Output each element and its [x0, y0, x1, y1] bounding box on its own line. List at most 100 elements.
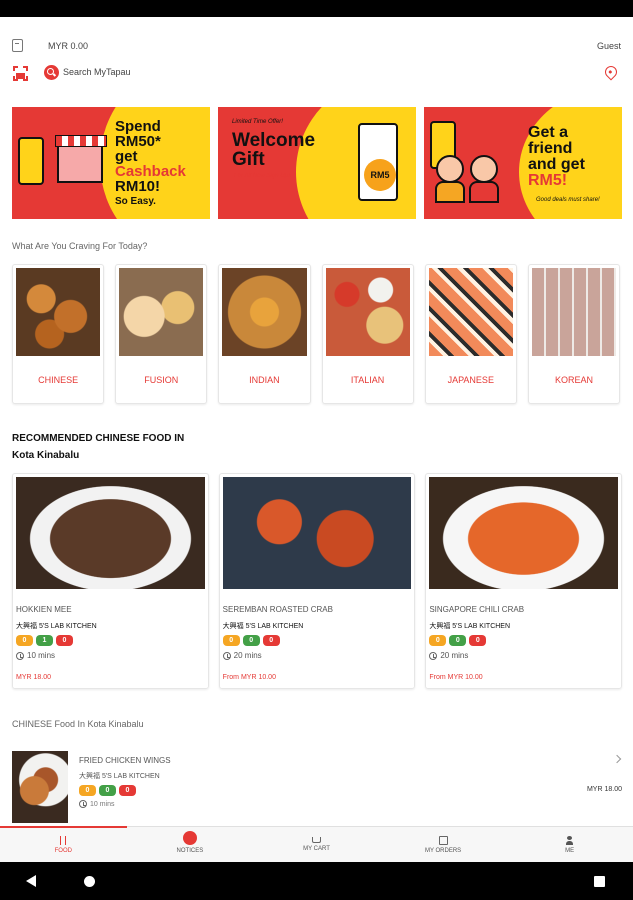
- banner-title: Spend RM50* get Cashback RM10! So Easy.: [115, 118, 186, 207]
- category-image: [428, 268, 513, 356]
- cart-icon: [311, 837, 321, 843]
- status-bar: [0, 0, 633, 17]
- friend-avatar-icon: [470, 155, 498, 183]
- phone-icon: [18, 137, 44, 185]
- food-name: SINGAPORE CHILI CRAB: [429, 605, 525, 614]
- chevron-right-icon[interactable]: [612, 754, 622, 764]
- rating-badges: 0 0 0: [222, 635, 280, 646]
- user-label[interactable]: Guest: [597, 41, 621, 51]
- thumbs-down-badge: 0: [469, 635, 487, 646]
- thumbs-down-badge: 0: [56, 635, 73, 646]
- nav-me[interactable]: ME: [506, 827, 633, 862]
- profile-icon: [566, 835, 574, 845]
- rating-badges: 0 0 0: [79, 785, 136, 796]
- search-label: Search MyTapau: [63, 67, 131, 77]
- list-item[interactable]: FRIED CHICKEN WINGS 大興福 5'S LAB KITCHEN …: [12, 748, 624, 826]
- nav-label: NOTICES: [176, 848, 204, 854]
- banner-tagline: Good deals must share!: [536, 197, 600, 203]
- search-button[interactable]: Search MyTapau: [44, 64, 131, 80]
- recommended-list: HOKKIEN MEE 大興福 5'S LAB KITCHEN 0 1 0 10…: [12, 473, 623, 689]
- food-name: FRIED CHICKEN WINGS: [79, 756, 171, 765]
- category-japanese[interactable]: JAPANESE: [424, 264, 517, 404]
- friend-avatar-icon: [436, 155, 464, 183]
- shop-name: 大興福 5'S LAB KITCHEN: [222, 623, 304, 630]
- promo-banner-referral[interactable]: Get a friend and get RM5! Good deals mus…: [424, 107, 622, 219]
- prep-time: 10 mins: [79, 800, 115, 808]
- banner-title: Welcome Gift: [232, 130, 316, 170]
- nav-my-orders[interactable]: MY ORDERS: [380, 827, 507, 862]
- recommended-item[interactable]: HOKKIEN MEE 大興福 5'S LAB KITCHEN 0 1 0 10…: [12, 473, 209, 689]
- category-chinese[interactable]: CHINESE: [12, 264, 105, 404]
- heart-badge: 0: [222, 635, 240, 646]
- category-fusion[interactable]: FUSION: [115, 264, 208, 404]
- recents-icon[interactable]: [594, 876, 605, 887]
- clock-icon: [79, 800, 87, 808]
- category-image: [119, 268, 204, 356]
- heart-badge: 0: [16, 635, 33, 646]
- category-label: JAPANESE: [447, 375, 494, 385]
- prep-time: 10 mins: [16, 651, 55, 660]
- recommended-item[interactable]: SEREMBAN ROASTED CRAB 大興福 5'S LAB KITCHE…: [218, 473, 416, 689]
- nav-notices[interactable]: NOTICES: [127, 827, 254, 862]
- location-pin-icon[interactable]: [602, 63, 620, 81]
- clock-icon: [429, 651, 438, 660]
- notification-icon: [182, 831, 197, 845]
- heart-badge: 0: [429, 635, 447, 646]
- prep-time: 20 mins: [222, 651, 262, 660]
- category-korean[interactable]: KOREAN: [527, 264, 621, 404]
- nav-my-cart[interactable]: MY CART: [253, 827, 380, 862]
- shop-illustration: [55, 135, 107, 183]
- prep-time: 20 mins: [429, 651, 468, 660]
- banner-subtitle: For All New Sign-Ups: [234, 173, 292, 179]
- recommended-item[interactable]: SINGAPORE CHILI CRAB 大興福 5'S LAB KITCHEN…: [425, 473, 623, 689]
- category-image: [16, 268, 101, 356]
- clock-icon: [16, 651, 24, 660]
- thumbs-up-badge: 0: [242, 635, 260, 646]
- thumbs-down-badge: 0: [262, 635, 280, 646]
- category-label: KOREAN: [554, 375, 593, 385]
- listing-title: CHINESE Food In Kota Kinabalu: [12, 719, 144, 729]
- recommended-title: RECOMMENDED CHINESE FOOD IN Kota Kinabal…: [12, 433, 185, 461]
- category-label: ITALIAN: [350, 375, 385, 385]
- food-name: SEREMBAN ROASTED CRAB: [222, 605, 333, 614]
- heart-badge: 0: [79, 785, 96, 796]
- category-list: CHINESE FUSION INDIAN ITALIAN JAPANESE K…: [12, 264, 621, 404]
- thumbs-up-badge: 0: [449, 635, 467, 646]
- category-indian[interactable]: INDIAN: [218, 264, 311, 404]
- category-italian[interactable]: ITALIAN: [321, 264, 414, 404]
- nav-label: MY ORDERS: [424, 847, 462, 854]
- food-image: [222, 477, 412, 589]
- back-icon[interactable]: [26, 875, 36, 887]
- craving-title: What Are You Craving For Today?: [12, 241, 148, 251]
- promo-banner-welcome-gift[interactable]: Limited Time Offer! Welcome Gift For All…: [218, 107, 416, 219]
- nav-label: ME: [565, 847, 575, 854]
- nav-label: FOOD: [54, 847, 72, 854]
- category-label: FUSION: [144, 375, 179, 385]
- top-bar: MYR 0.00 Guest Search MyTapau: [0, 17, 633, 97]
- wallet-balance[interactable]: MYR 0.00: [48, 41, 88, 51]
- food-image: [16, 477, 205, 589]
- wallet-icon[interactable]: [12, 39, 23, 52]
- banner-kicker: Limited Time Offer!: [232, 119, 283, 125]
- qr-scan-icon[interactable]: [13, 66, 28, 81]
- rating-badges: 0 0 0: [429, 635, 487, 646]
- price: From MYR 10.00: [222, 674, 276, 681]
- search-icon: [44, 64, 59, 80]
- nav-food[interactable]: FOOD: [0, 826, 127, 862]
- promo-banner-cashback[interactable]: Spend RM50* get Cashback RM10! So Easy.: [12, 107, 210, 219]
- category-label: INDIAN: [249, 375, 280, 385]
- home-icon[interactable]: [84, 876, 95, 887]
- cutlery-icon: [60, 835, 67, 845]
- shop-name: 大興福 5'S LAB KITCHEN: [79, 773, 160, 780]
- shop-name: 大興福 5'S LAB KITCHEN: [429, 623, 511, 630]
- food-name: HOKKIEN MEE: [16, 605, 72, 614]
- price: From MYR 10.00: [429, 674, 483, 681]
- price: MYR 18.00: [16, 674, 52, 681]
- category-label: CHINESE: [38, 375, 79, 385]
- price: MYR 18.00: [586, 786, 622, 793]
- thumbs-up-badge: 1: [36, 635, 53, 646]
- orders-icon: [438, 835, 448, 845]
- food-image: [12, 751, 68, 823]
- shop-name: 大興福 5'S LAB KITCHEN: [16, 623, 97, 630]
- food-image: [429, 477, 619, 589]
